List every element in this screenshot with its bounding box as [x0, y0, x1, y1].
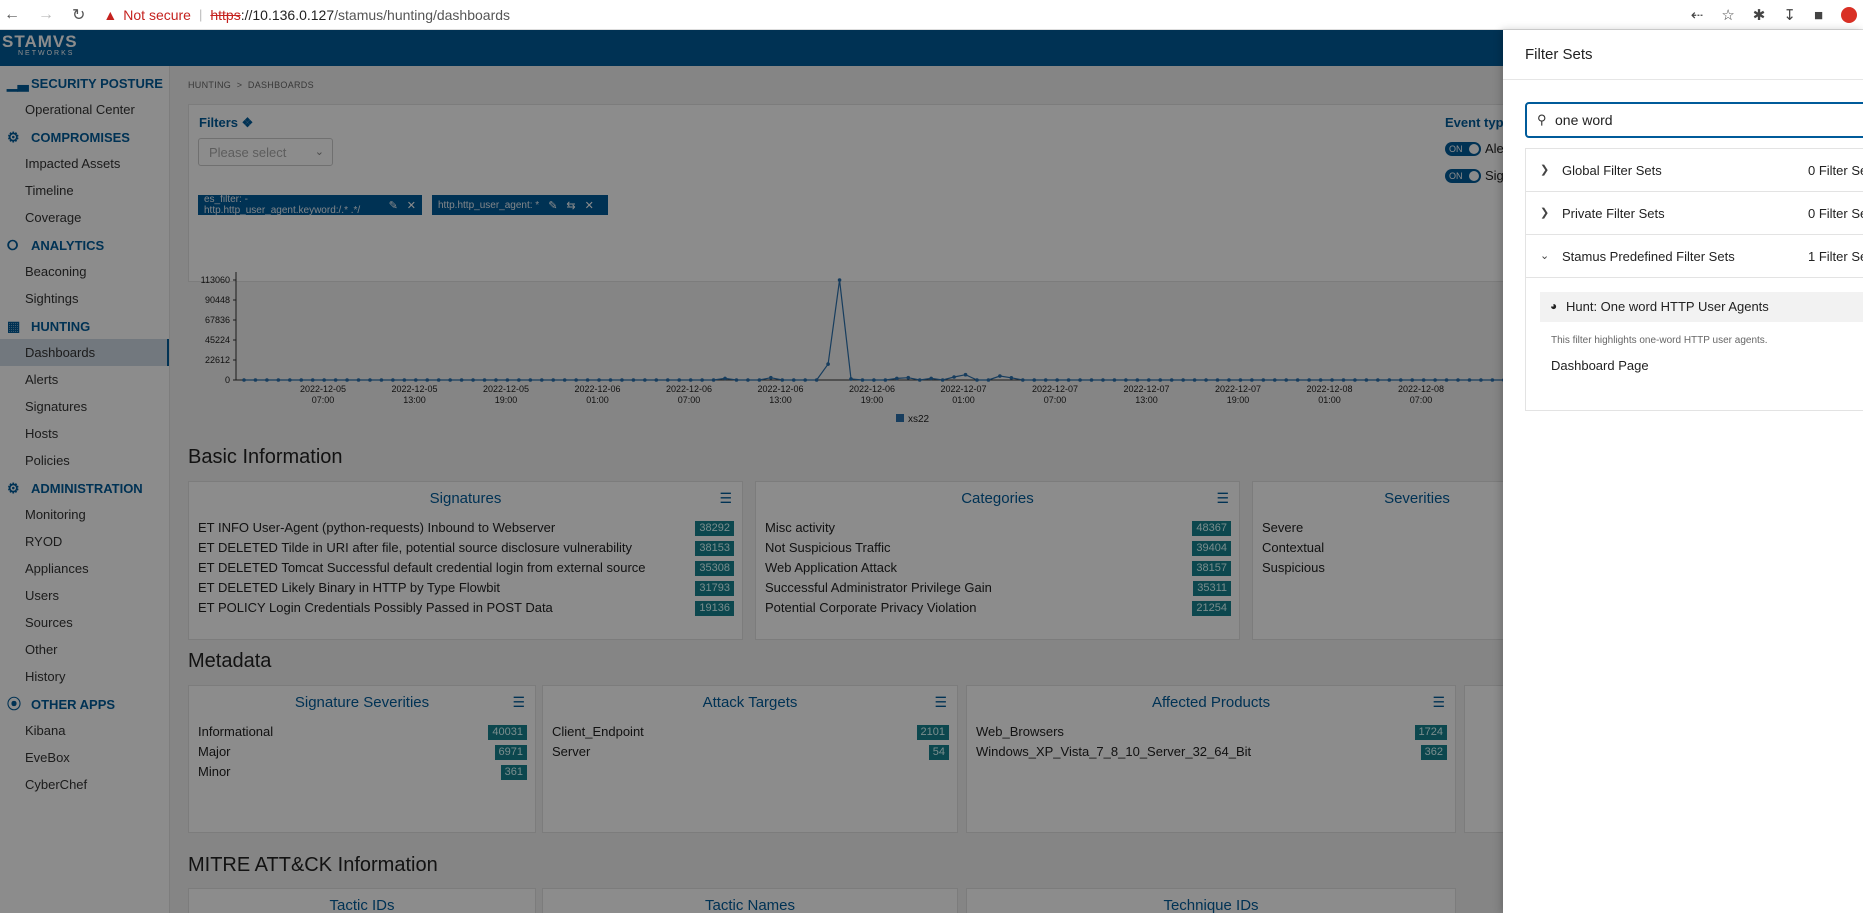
sidepanel-icon[interactable]: ■: [1814, 7, 1823, 24]
download-icon[interactable]: ↧: [1783, 6, 1796, 24]
filter-sets-accordion: ❯ Global Filter Sets 0 Filter Sets ❯ Pri…: [1525, 148, 1863, 411]
back-icon[interactable]: ←: [4, 6, 20, 24]
reload-icon[interactable]: ↻: [72, 5, 85, 25]
divider: [1503, 79, 1863, 80]
drawer-title: Filter Sets: [1525, 46, 1593, 63]
url-path: /stamus/hunting/dashboards: [334, 6, 511, 23]
profile-avatar[interactable]: [1841, 7, 1857, 23]
modal-backdrop-top[interactable]: [0, 30, 1503, 66]
url-host: ://10.136.0.127: [240, 6, 335, 23]
extensions-icon[interactable]: ✱: [1753, 6, 1766, 24]
bookmark-star-icon[interactable]: ☆: [1721, 6, 1734, 24]
address-bar[interactable]: https://10.136.0.127/stamus/hunting/dash…: [210, 7, 510, 23]
filter-set-page: Dashboard Page: [1551, 358, 1649, 373]
filter-set-description: This filter highlights one-word HTTP use…: [1551, 335, 1768, 346]
search-icon: ⚲: [1537, 112, 1547, 127]
forward-icon[interactable]: →: [38, 6, 54, 24]
filter-sets-search-input[interactable]: ⚲ one word: [1525, 102, 1863, 138]
url-scheme: https: [210, 6, 241, 23]
chevron-right-icon: ❯: [1540, 207, 1550, 219]
stamus-predefined-filter-sets-header[interactable]: ⌄ Stamus Predefined Filter Sets 1 Filter…: [1526, 235, 1863, 278]
share-icon[interactable]: ⇠: [1691, 6, 1704, 24]
security-warning[interactable]: ▲ Not secure: [103, 7, 191, 23]
filter-set-item[interactable]: ◕ Hunt: One word HTTP User Agents: [1540, 292, 1863, 322]
chevron-right-icon: ❯: [1540, 164, 1550, 176]
global-filter-sets-header[interactable]: ❯ Global Filter Sets 0 Filter Sets: [1526, 149, 1863, 192]
dashboard-icon: ◕: [1550, 299, 1558, 313]
filter-sets-drawer: Filter Sets ⚲ one word ❯ Global Filter S…: [1503, 30, 1863, 913]
warning-icon: ▲: [103, 6, 118, 23]
chevron-down-icon: ⌄: [1540, 250, 1550, 262]
private-filter-sets-header[interactable]: ❯ Private Filter Sets 0 Filter Sets: [1526, 192, 1863, 235]
filter-set-list: ◕ Hunt: One word HTTP User Agents This f…: [1526, 278, 1863, 410]
modal-backdrop[interactable]: [0, 66, 1503, 913]
browser-toolbar: ← → ↻ ▲ Not secure | https://10.136.0.12…: [0, 0, 1863, 30]
